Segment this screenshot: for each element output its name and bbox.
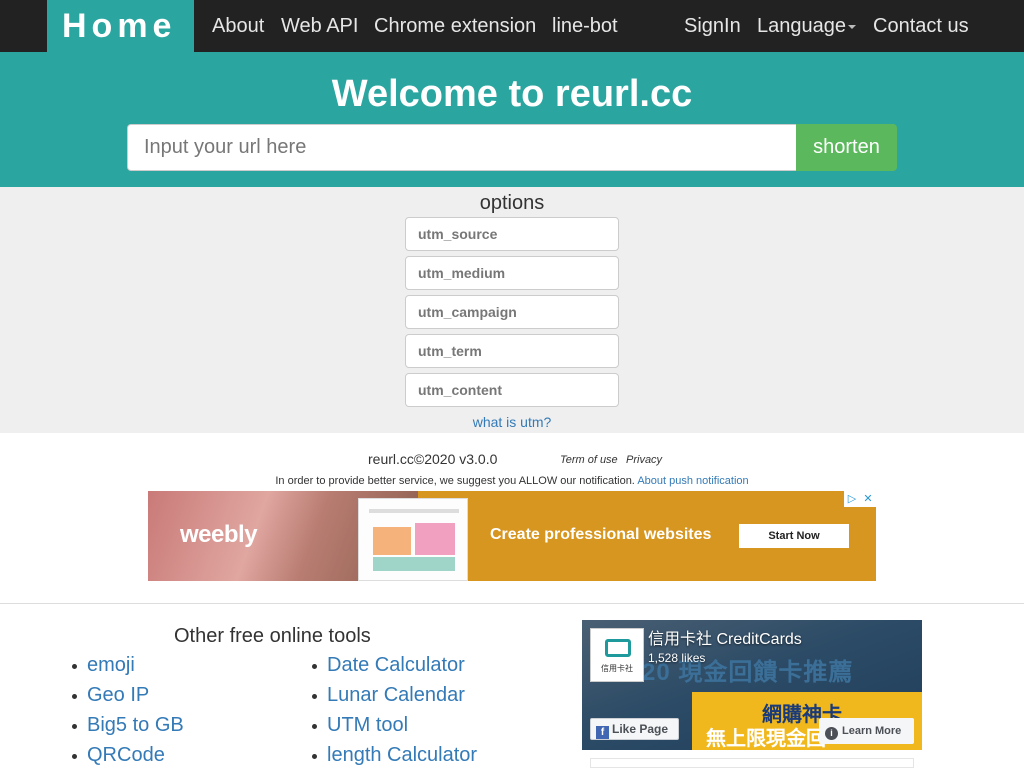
language-dropdown[interactable]: Language	[757, 0, 856, 52]
fb-logo-text: 信用卡社	[601, 664, 633, 673]
section-divider	[0, 603, 1024, 604]
utm-campaign-input[interactable]	[405, 295, 619, 329]
fb-like-page-button[interactable]: f Like Page	[590, 718, 679, 740]
notice-text: In order to provide better service, we s…	[275, 475, 635, 487]
fb-like-label: Like Page	[612, 722, 669, 736]
utm-term-input[interactable]	[405, 334, 619, 368]
options-title: options	[479, 192, 545, 214]
home-brand-link[interactable]: Home	[47, 0, 194, 52]
nav-link-contact-us[interactable]: Contact us	[873, 0, 969, 52]
ad-website-preview	[358, 498, 468, 581]
nav-link-chrome-extension[interactable]: Chrome extension	[374, 0, 536, 52]
utm-medium-input[interactable]	[405, 256, 619, 290]
nav-link-line-bot[interactable]: line-bot	[552, 0, 618, 52]
privacy-link[interactable]: Privacy	[626, 454, 662, 466]
fb-like-count: 1,528 likes	[648, 651, 706, 665]
navbar: Home About Web API Chrome extension line…	[0, 0, 1024, 52]
language-label: Language	[757, 15, 846, 37]
ad-headline: Create professional websites	[490, 526, 712, 543]
ad-start-now-button[interactable]: Start Now	[739, 524, 849, 548]
shorten-button[interactable]: shorten	[796, 124, 897, 171]
copyright-text: reurl.cc©2020 v3.0.0	[368, 451, 498, 467]
notification-notice: In order to provide better service, we s…	[0, 475, 1024, 487]
hero-section: Welcome to reurl.cc shorten	[0, 52, 1024, 187]
push-notification-link[interactable]: About push notification	[637, 475, 748, 487]
adchoices-icon[interactable]: ▷	[844, 491, 860, 507]
tool-link-emoji[interactable]: emoji	[72, 653, 135, 677]
fb-page-name[interactable]: 信用卡社 CreditCards	[648, 630, 802, 650]
facebook-page-widget[interactable]: 20 現金回饋卡推薦 網購神卡 無上限現金回 信用卡社 信用卡社 CreditC…	[582, 620, 922, 750]
tool-link-length-calculator[interactable]: length Calculator	[311, 743, 477, 767]
options-section: options what is utm?	[0, 187, 1024, 433]
ad-choices[interactable]: ▷ ✕	[844, 491, 876, 507]
facebook-icon: f	[596, 726, 609, 739]
utm-source-input[interactable]	[405, 217, 619, 251]
tool-link-lunar-calendar[interactable]: Lunar Calendar	[312, 683, 465, 707]
nav-link-web-api[interactable]: Web API	[281, 0, 358, 52]
ad-close-icon[interactable]: ✕	[860, 491, 876, 507]
nav-link-about[interactable]: About	[212, 0, 264, 52]
tool-link-qrcode[interactable]: QRCode	[72, 743, 165, 767]
url-input[interactable]	[127, 124, 797, 171]
cards-icon	[605, 639, 631, 657]
ad-banner[interactable]: weebly Create professional websites Star…	[148, 491, 876, 581]
term-of-use-link[interactable]: Term of use	[560, 454, 618, 466]
fb-cover-line3: 無上限現金回	[706, 728, 826, 750]
tool-link-date-calculator[interactable]: Date Calculator	[312, 653, 465, 677]
tool-link-geo-ip[interactable]: Geo IP	[71, 683, 149, 707]
nav-link-signin[interactable]: SignIn	[684, 0, 741, 52]
tools-title: Other free online tools	[174, 625, 371, 647]
fb-learn-more-button[interactable]: i Learn More	[819, 718, 914, 744]
caret-down-icon	[847, 24, 856, 29]
page-title: Welcome to reurl.cc	[331, 73, 693, 115]
ad-brand-logo: weebly	[180, 521, 258, 548]
utm-content-input[interactable]	[405, 373, 619, 407]
fb-page-logo[interactable]: 信用卡社	[590, 628, 644, 682]
what-is-utm-link[interactable]: what is utm?	[0, 414, 1024, 430]
fb-learn-label: Learn More	[842, 725, 902, 737]
info-icon: i	[825, 727, 838, 740]
fb-widget-body	[590, 758, 914, 768]
tool-link-big5-to-gb[interactable]: Big5 to GB	[72, 713, 184, 737]
tool-link-utm-tool[interactable]: UTM tool	[311, 713, 408, 737]
